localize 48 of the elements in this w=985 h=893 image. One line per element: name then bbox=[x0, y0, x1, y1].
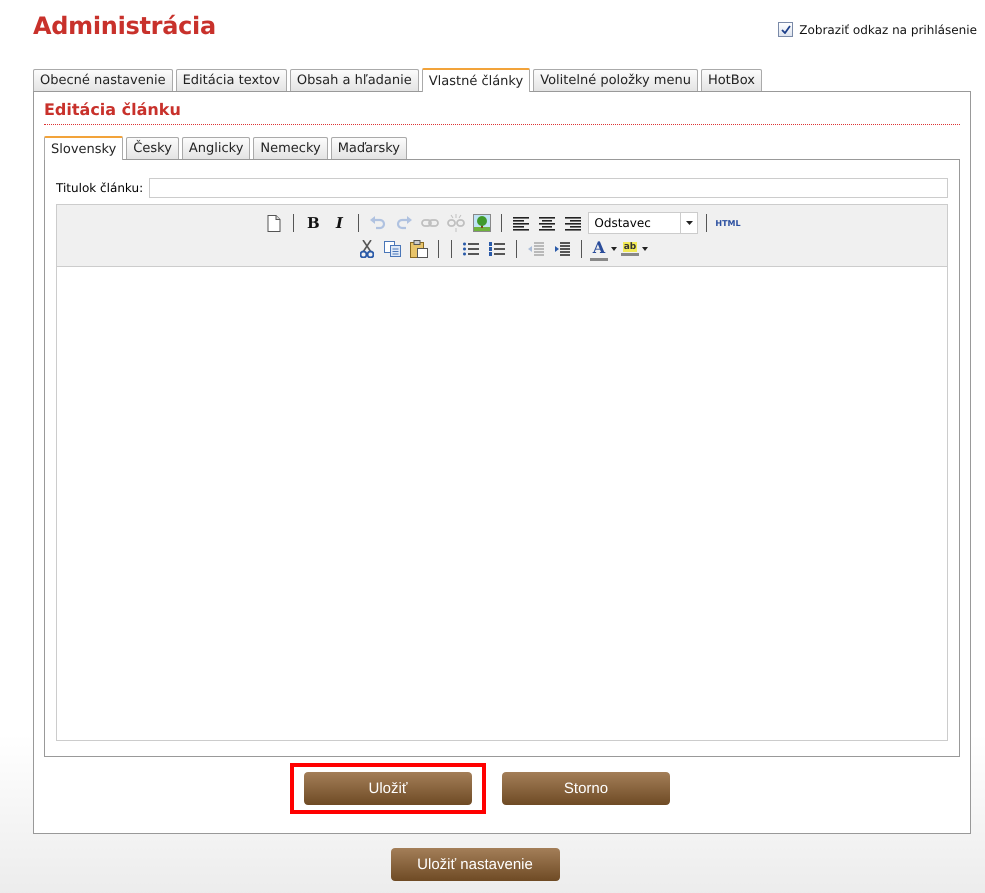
paste-button[interactable] bbox=[408, 238, 430, 260]
redo-arrow-icon bbox=[396, 216, 412, 230]
dropdown-caret-icon bbox=[611, 247, 617, 251]
html-button[interactable]: HTML bbox=[715, 212, 741, 234]
indent-icon bbox=[554, 241, 570, 257]
tab[interactable]: HotBox bbox=[700, 69, 762, 91]
tab[interactable]: Vlastné články bbox=[422, 68, 530, 92]
bold-button[interactable]: B bbox=[302, 212, 324, 234]
copy-icon bbox=[384, 241, 402, 257]
align-right-icon bbox=[565, 215, 582, 231]
dropdown-caret-icon bbox=[686, 221, 693, 225]
tab[interactable]: Česky bbox=[126, 137, 179, 159]
input-field[interactable] bbox=[149, 178, 948, 198]
scissors-icon bbox=[360, 240, 374, 258]
tab[interactable]: Volitelné položky menu bbox=[533, 69, 698, 91]
align-center-icon bbox=[539, 215, 556, 231]
cancel-button[interactable]: Storno bbox=[502, 772, 670, 805]
field-label: Titulok článku: bbox=[56, 181, 144, 195]
tab[interactable]: Nemecky bbox=[253, 137, 328, 159]
section-title: Editácia článku bbox=[44, 92, 960, 125]
checkbox-label: Zobraziť odkaz na prihlásenie bbox=[799, 22, 977, 36]
tab[interactable]: Slovensky bbox=[44, 136, 124, 160]
save-settings-button[interactable]: Uložiť nastavenie bbox=[390, 848, 560, 881]
save-button[interactable]: Uložiť bbox=[304, 772, 472, 805]
tab[interactable]: Editácia textov bbox=[176, 69, 287, 91]
highlight-button[interactable]: ab bbox=[621, 238, 648, 260]
tab[interactable]: Maďarsky bbox=[330, 137, 407, 159]
tab[interactable]: Anglicky bbox=[182, 137, 250, 159]
checkbox[interactable] bbox=[778, 22, 794, 37]
broken-link-icon bbox=[447, 214, 466, 232]
tab[interactable]: Obsah a hľadanie bbox=[290, 69, 419, 91]
dropdown-caret-icon bbox=[642, 247, 648, 251]
format-dropdown[interactable]: Odstavec bbox=[588, 212, 698, 234]
undo-arrow-icon bbox=[370, 216, 386, 230]
tree-picture-icon bbox=[473, 214, 492, 232]
align-left-icon bbox=[513, 215, 530, 231]
link-icon bbox=[421, 218, 440, 228]
bullet-list-icon bbox=[463, 242, 479, 256]
clipboard-icon bbox=[410, 240, 428, 258]
outdent-icon bbox=[528, 241, 544, 257]
copy-button[interactable] bbox=[382, 238, 404, 260]
font-color-button[interactable]: A bbox=[590, 238, 617, 260]
check-icon bbox=[780, 25, 791, 34]
page-title: Administrácia bbox=[33, 12, 216, 40]
numbered-list-icon bbox=[489, 242, 505, 256]
tab[interactable]: Obecné nastavenie bbox=[33, 69, 173, 91]
page-icon bbox=[267, 214, 282, 232]
italic-button[interactable]: I bbox=[328, 212, 350, 234]
